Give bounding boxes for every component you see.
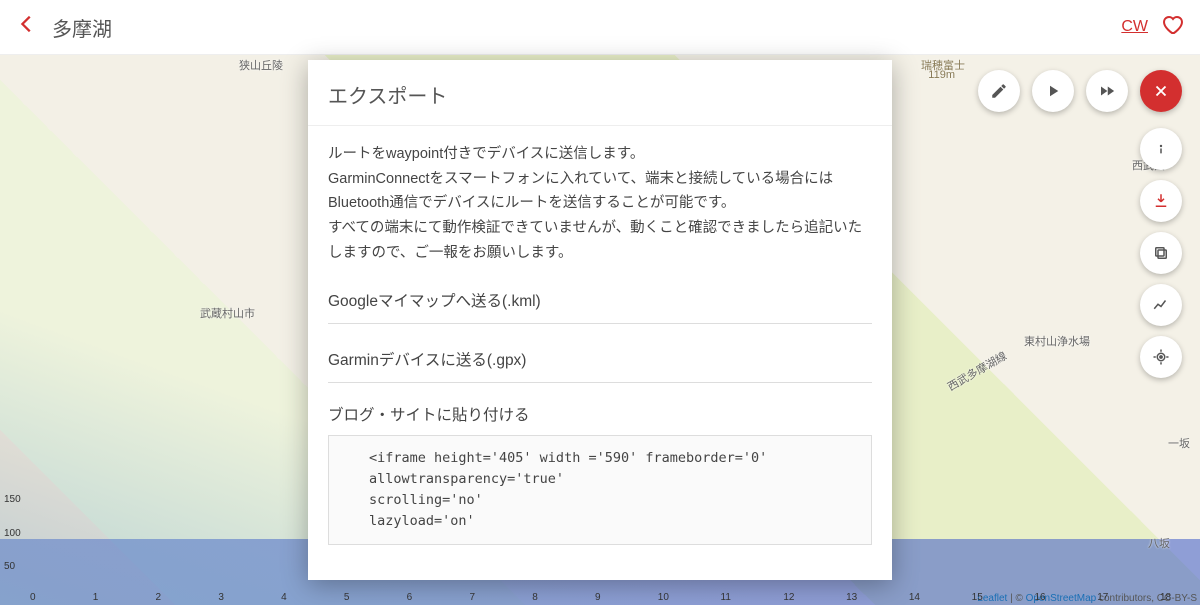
map-label: 八坂	[1148, 535, 1170, 551]
distance-tick: 7	[469, 592, 475, 603]
map-label: 119m	[928, 69, 955, 81]
distance-tick: 13	[846, 592, 857, 603]
distance-tick: 4	[281, 592, 287, 603]
distance-tick: 14	[909, 592, 920, 603]
export-action-gpx[interactable]: Garminデバイスに送る(.gpx)	[328, 336, 872, 383]
distance-tick: 9	[595, 592, 601, 603]
page-title: 多摩湖	[52, 13, 1121, 42]
elevation-tick: 150	[4, 494, 21, 505]
distance-tick: 15	[972, 592, 983, 603]
chart-button[interactable]	[1140, 284, 1182, 326]
info-button[interactable]	[1140, 128, 1182, 170]
distance-tick: 2	[156, 592, 162, 603]
distance-tick: 18	[1160, 592, 1171, 603]
cw-link[interactable]: CW	[1121, 18, 1148, 36]
map-label: 西武多摩湖線	[944, 348, 1009, 395]
app-header: 多摩湖 CW	[0, 0, 1200, 55]
modal-body[interactable]: ルートをwaypoint付きでデバイスに送信します。GarminConnectを…	[308, 126, 892, 580]
fab-row	[978, 70, 1182, 112]
distance-tick: 11	[721, 592, 731, 603]
favorite-heart-icon[interactable]	[1160, 12, 1184, 42]
play-button[interactable]	[1032, 70, 1074, 112]
export-modal: エクスポート ルートをwaypoint付きでデバイスに送信します。GarminC…	[308, 60, 892, 580]
map-label: 東村山浄水場	[1024, 333, 1090, 349]
close-button[interactable]	[1140, 70, 1182, 112]
copy-button[interactable]	[1140, 232, 1182, 274]
distance-tick: 6	[407, 592, 413, 603]
distance-tick: 16	[1034, 592, 1045, 603]
distance-tick: 12	[783, 592, 794, 603]
fast-forward-button[interactable]	[1086, 70, 1128, 112]
map-label: 一坂	[1168, 435, 1190, 451]
distance-tick: 0	[30, 592, 36, 603]
elevation-tick: 50	[4, 561, 15, 572]
back-arrow-icon[interactable]	[16, 13, 38, 41]
distance-tick: 3	[218, 592, 224, 603]
embed-heading: ブログ・サイトに貼り付ける	[328, 403, 872, 425]
side-column	[1140, 128, 1182, 378]
export-action-kml[interactable]: Googleマイマップへ送る(.kml)	[328, 277, 872, 324]
locate-button[interactable]	[1140, 336, 1182, 378]
modal-title: エクスポート	[308, 60, 892, 126]
distance-tick: 17	[1097, 592, 1108, 603]
distance-tick: 8	[532, 592, 538, 603]
distance-tick: 5	[344, 592, 350, 603]
distance-tick: 10	[658, 592, 669, 603]
map-label: 狭山丘陵	[239, 57, 283, 73]
map-label: 武蔵村山市	[200, 305, 255, 321]
embed-code-box[interactable]: <iframe height='405' width ='590' frameb…	[328, 435, 872, 545]
distance-tick: 1	[93, 592, 99, 603]
elevation-tick: 100	[4, 528, 21, 539]
edit-button[interactable]	[978, 70, 1020, 112]
modal-description: ルートをwaypoint付きでデバイスに送信します。GarminConnectを…	[328, 142, 872, 265]
download-button[interactable]	[1140, 180, 1182, 222]
